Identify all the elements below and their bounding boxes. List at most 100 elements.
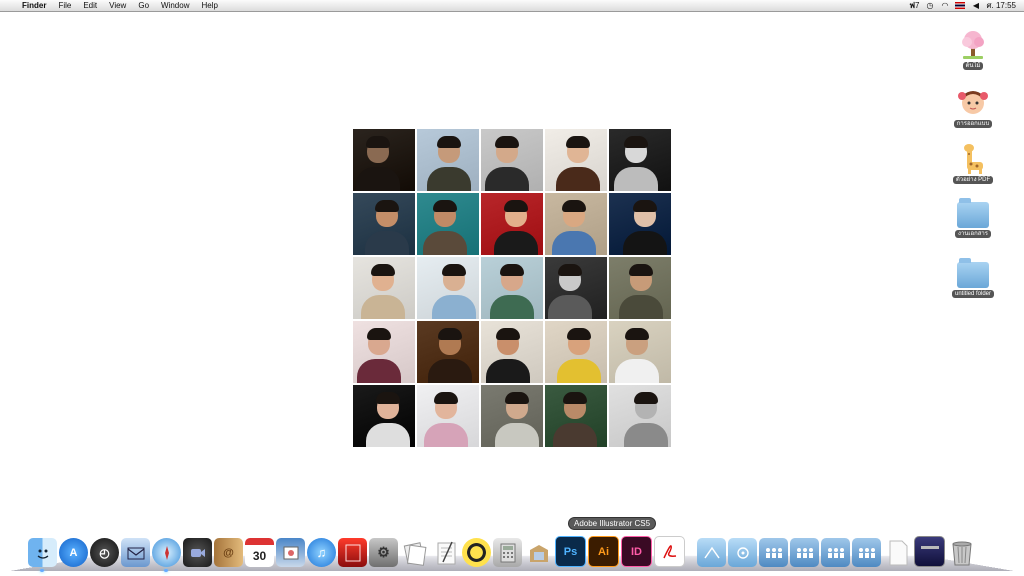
photo-figure-body — [557, 359, 601, 383]
photo-tile — [545, 129, 607, 191]
photo-figure-hair — [625, 328, 649, 340]
photo-figure-hair — [495, 136, 519, 148]
dock-tooltip: Adobe Illustrator CS5 — [569, 518, 656, 529]
calculator-icon[interactable] — [493, 538, 522, 567]
installer-icon[interactable] — [524, 538, 553, 567]
acrobat-icon[interactable] — [654, 536, 685, 567]
status-extra-icon[interactable]: ฟ7 — [909, 0, 919, 11]
wifi-icon[interactable]: ◠ — [940, 1, 949, 10]
dock-separator — [687, 539, 695, 567]
menu-help[interactable]: Help — [195, 0, 223, 11]
photo-tile — [417, 257, 479, 319]
photo-tile — [545, 385, 607, 447]
mail-icon[interactable] — [121, 538, 150, 567]
menu-go[interactable]: Go — [132, 0, 155, 11]
photo-figure-hair — [566, 136, 590, 148]
facetime-icon[interactable] — [183, 538, 212, 567]
photo-figure-body — [356, 167, 400, 191]
desktop-icon-untitled-folder[interactable]: untitled folder — [943, 258, 1003, 298]
photo-tile — [545, 193, 607, 255]
photo-figure-hair — [437, 136, 461, 148]
photo-figure-hair — [376, 392, 400, 404]
applications-folder-icon[interactable] — [697, 538, 726, 567]
desktop-icon-folder-docs[interactable]: งานเอกสาร — [943, 198, 1003, 238]
photo-figure-hair — [567, 328, 591, 340]
photo-figure-hair — [434, 392, 458, 404]
safari-icon[interactable] — [152, 538, 181, 572]
photo-tile — [545, 321, 607, 383]
photo-tile — [417, 385, 479, 447]
desktop-icon-giraffe[interactable]: ตัวอย่าง PDF — [943, 142, 1003, 184]
menu-file[interactable]: File — [52, 0, 77, 11]
photo-figure-body — [365, 231, 409, 255]
photo-figure-hair — [624, 136, 648, 148]
photo-booth-icon[interactable] — [276, 538, 305, 567]
volume-icon[interactable]: ◀ — [971, 1, 980, 10]
finder-icon[interactable] — [28, 538, 57, 572]
preview-icon[interactable] — [400, 538, 429, 567]
document-file-icon[interactable] — [883, 538, 912, 567]
photo-figure-body — [485, 167, 529, 191]
desktop-icon-girl[interactable]: การออกแบบ — [943, 86, 1003, 128]
photo-figure-body — [548, 295, 592, 319]
menu-clock[interactable]: ศ. 17:55 — [986, 0, 1016, 11]
burn-icon[interactable] — [462, 538, 491, 567]
time-machine-icon[interactable]: ◷ — [925, 1, 934, 10]
illustrator-icon[interactable]: Ai — [588, 536, 619, 567]
input-flag-icon[interactable] — [955, 2, 966, 9]
shared-folder-icon-4[interactable] — [852, 538, 881, 567]
itunes-icon[interactable]: ♫ — [307, 538, 336, 567]
menu-view[interactable]: View — [103, 0, 132, 11]
desktop-icon-label: ต้นไม้ — [962, 62, 984, 70]
desktop-icon-label: การออกแบบ — [953, 120, 993, 128]
photo-figure-hair — [375, 200, 399, 212]
photo-figure-body — [614, 167, 658, 191]
indesign-icon[interactable]: ID — [621, 536, 652, 567]
address-book-icon[interactable]: @ — [214, 538, 243, 567]
photo-figure-body — [423, 231, 467, 255]
desktop-icon-tree[interactable]: ต้นไม้ — [943, 28, 1003, 70]
photo-tile — [481, 385, 543, 447]
app-store-icon[interactable]: A — [59, 538, 88, 567]
desktop-icon-label: ตัวอย่าง PDF — [952, 176, 994, 184]
photoshop-icon[interactable]: Ps — [555, 536, 586, 567]
photo-figure-hair — [438, 328, 462, 340]
photo-figure-body — [427, 167, 471, 191]
shared-folder-icon-1[interactable] — [759, 538, 788, 567]
folder-icon — [957, 198, 989, 228]
photo-tile — [417, 321, 479, 383]
photo-figure-hair — [563, 392, 587, 404]
id-label: ID — [631, 545, 642, 558]
photo-tile — [353, 321, 415, 383]
ical-icon[interactable]: 30 — [245, 538, 274, 567]
menu-finder[interactable]: Finder — [18, 0, 52, 11]
shared-folder-icon-3[interactable] — [821, 538, 850, 567]
system-preferences-icon[interactable]: ⚙ — [369, 538, 398, 567]
shared-folder-icon-2[interactable] — [790, 538, 819, 567]
photo-figure-body — [615, 359, 659, 383]
photo-tile — [545, 257, 607, 319]
photo-tile — [481, 129, 543, 191]
trash-icon[interactable] — [947, 538, 976, 567]
textedit-icon[interactable] — [431, 538, 460, 567]
photo-figure-hair — [629, 264, 653, 276]
photo-figure-hair — [496, 328, 520, 340]
photo-figure-body — [552, 231, 596, 255]
giraffe-icon — [957, 142, 989, 174]
photo-tile — [417, 129, 479, 191]
ai-label: Ai — [598, 545, 609, 558]
photo-tile — [353, 257, 415, 319]
menu-window[interactable]: Window — [155, 0, 195, 11]
documents-folder-icon[interactable] — [728, 538, 757, 567]
photo-app-icon[interactable] — [338, 538, 367, 567]
photo-tile — [609, 321, 671, 383]
status-count: 7 — [915, 1, 920, 10]
photo-tile — [353, 193, 415, 255]
folder-icon — [957, 258, 989, 288]
dashboard-icon[interactable]: ◴ — [90, 538, 119, 567]
photo-figure-body — [623, 231, 667, 255]
photo-tile — [609, 129, 671, 191]
status-area: ฟ7 ◷ ◠ ◀ ศ. 17:55 — [909, 0, 1024, 11]
screen-window-icon[interactable] — [914, 536, 945, 567]
menu-edit[interactable]: Edit — [77, 0, 103, 11]
